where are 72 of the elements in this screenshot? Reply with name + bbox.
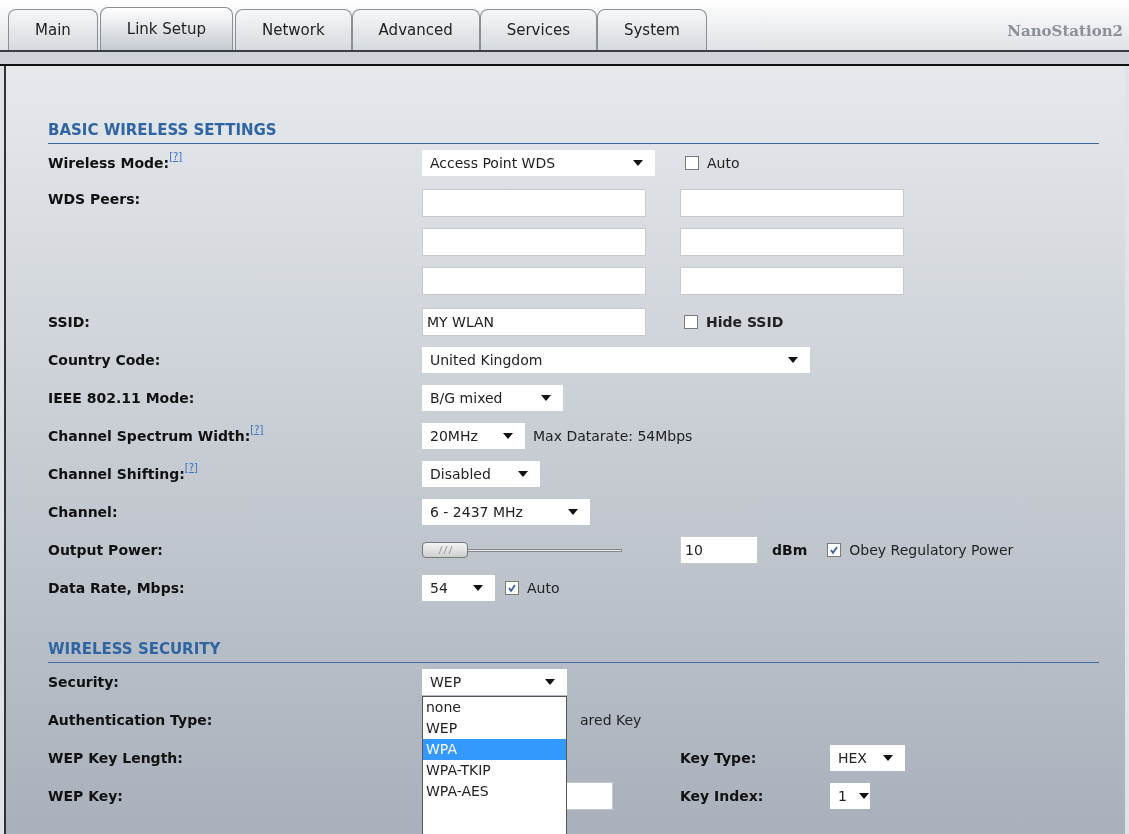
device-name: NanoStation2	[1007, 21, 1123, 42]
input-field[interactable]	[422, 189, 646, 217]
caret-icon	[568, 509, 578, 515]
field-label: Wireless Mode:	[48, 153, 170, 173]
select-field[interactable]: 6 - 2437 MHz	[422, 499, 590, 525]
select-field[interactable]: HEX	[830, 745, 905, 771]
caret-icon	[858, 793, 869, 799]
caret-icon	[883, 755, 893, 761]
grip-icon	[437, 546, 453, 554]
caret-icon	[503, 433, 513, 439]
input-field[interactable]	[680, 189, 904, 217]
power-field[interactable]: 10	[680, 536, 758, 564]
tab[interactable]: Advanced	[351, 9, 480, 50]
unit-label: dBm	[772, 540, 808, 560]
caret-icon	[633, 160, 643, 166]
caret-icon	[545, 679, 555, 685]
field-label: Authentication Type:	[48, 712, 213, 728]
field-label: Channel Shifting:	[48, 465, 185, 484]
field-label: SSID:	[48, 312, 90, 332]
checkbox-label: Hide SSID	[706, 312, 784, 332]
auth-type-value: ared Key	[580, 710, 642, 730]
field-label: Output Power:	[48, 540, 163, 560]
caret-icon	[541, 395, 551, 401]
checkbox[interactable]	[827, 543, 842, 557]
help-link[interactable]: [?]	[169, 148, 183, 164]
select-field[interactable]: Disabled	[422, 461, 540, 487]
select-field[interactable]: 54	[422, 575, 495, 601]
section-title: WIRELESS SECURITY	[48, 638, 221, 660]
slider-track[interactable]	[422, 540, 622, 560]
select-field[interactable]: B/G mixed	[422, 385, 563, 411]
tab[interactable]: System	[596, 9, 707, 50]
datarate-note: Max Datarate: 54Mbps	[533, 426, 693, 446]
field-label: Channel Spectrum Width:	[48, 426, 251, 446]
checkbox-label: Auto	[707, 153, 740, 173]
security-select[interactable]: WEP	[422, 669, 567, 695]
tab[interactable]: Services	[479, 9, 597, 50]
field-label: Security:	[48, 674, 119, 690]
checkbox[interactable]	[684, 315, 698, 329]
ssid-field[interactable]: MY WLAN	[422, 308, 646, 336]
field-label: IEEE 802.11 Mode:	[48, 388, 195, 408]
field-label: Key Index:	[680, 788, 764, 804]
field-label: WEP Key Length:	[48, 750, 183, 766]
field-label: WEP Key:	[48, 788, 123, 804]
input-field[interactable]	[680, 228, 904, 256]
slider-thumb[interactable]	[422, 542, 468, 558]
tab[interactable]: Network	[234, 9, 352, 50]
checkbox-label: Auto	[527, 578, 560, 598]
input-field[interactable]	[422, 267, 646, 295]
field-label: Country Code:	[48, 350, 161, 370]
input-field[interactable]	[680, 267, 904, 295]
caret-icon	[518, 471, 528, 477]
dropdown-option[interactable]: WPA-AES	[423, 781, 566, 802]
tab[interactable]: Main	[8, 9, 98, 50]
dropdown-option[interactable]: WEP	[423, 718, 566, 739]
field-label: WDS Peers:	[48, 190, 141, 209]
field-label: Data Rate, Mbps:	[48, 578, 185, 598]
dropdown-option[interactable]: WPA-TKIP	[423, 760, 566, 781]
field-label: Key Type:	[680, 750, 757, 766]
caret-icon	[788, 357, 798, 363]
section-title: BASIC WIRELESS SETTINGS	[48, 119, 277, 141]
tab[interactable]: Link Setup	[99, 7, 233, 50]
select-field[interactable]: 1	[830, 783, 870, 809]
select-field[interactable]: 20MHz	[422, 423, 525, 449]
checkbox[interactable]	[505, 581, 519, 595]
dropdown-option[interactable]: none	[423, 697, 566, 718]
select-field[interactable]: United Kingdom	[422, 347, 810, 373]
checkbox-label: Obey Regulatory Power	[849, 540, 1014, 560]
checkbox[interactable]	[685, 156, 699, 170]
select-field[interactable]: Access Point WDS	[422, 150, 655, 176]
caret-icon	[473, 585, 483, 591]
input-field[interactable]	[422, 228, 646, 256]
field-label: Channel:	[48, 502, 118, 522]
